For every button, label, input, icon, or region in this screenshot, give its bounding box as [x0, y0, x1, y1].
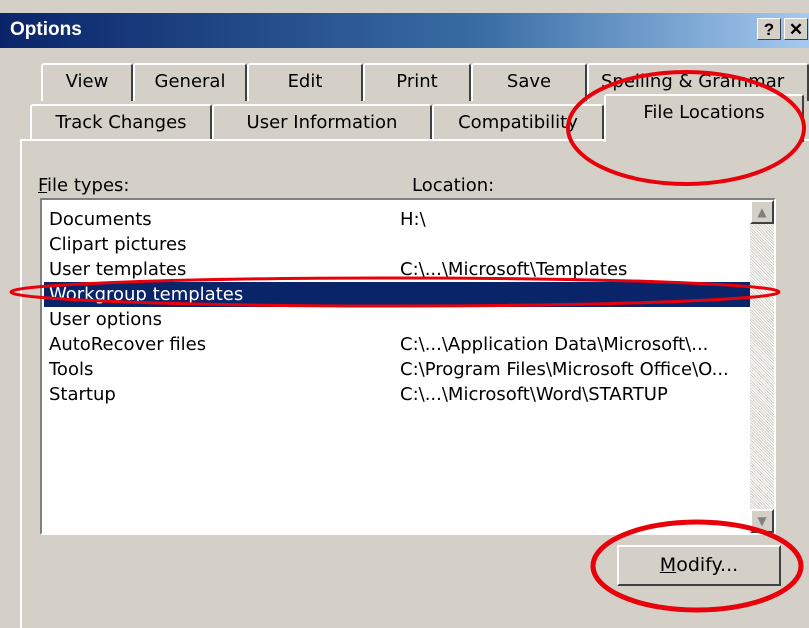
tab-user-information[interactable]: User Information	[212, 104, 432, 142]
file-types-list[interactable]: Documents H:\ Clipart pictures User temp…	[40, 198, 776, 535]
list-item-type: AutoRecover files	[49, 334, 207, 355]
list-item-selected[interactable]: Workgroup templates	[44, 282, 751, 307]
options-dialog: Options ? ✕ View General Edit Print Save…	[0, 0, 809, 628]
list-item-type: Tools	[49, 359, 94, 380]
list-item-location: C:\...\Microsoft\Templates	[400, 259, 628, 280]
tab-edit[interactable]: Edit	[247, 63, 363, 101]
tab-save[interactable]: Save	[471, 63, 587, 101]
title-bar[interactable]: Options ? ✕	[0, 13, 809, 48]
list-item-type: User templates	[49, 259, 187, 280]
list-item[interactable]: User options	[44, 307, 751, 332]
list-item-type: Clipart pictures	[49, 234, 187, 255]
list-item[interactable]: Documents H:\	[44, 207, 751, 232]
list-item-type: Startup	[49, 384, 116, 405]
list-item[interactable]: AutoRecover files C:\...\Application Dat…	[44, 332, 751, 357]
file-types-label-rest: ile types:	[47, 175, 130, 196]
scroll-down-arrow-icon[interactable]: ▼	[750, 509, 774, 533]
tab-file-locations[interactable]: File Locations	[604, 94, 804, 142]
modify-label-rest: odify...	[676, 554, 739, 576]
file-types-label: File types:	[38, 175, 130, 196]
window-title: Options	[10, 19, 82, 40]
vertical-scrollbar[interactable]: ▲ ▼	[750, 200, 774, 533]
help-button[interactable]: ?	[757, 18, 781, 40]
list-item-location: C:\...\Application Data\Microsoft\...	[400, 334, 709, 355]
tab-track-changes[interactable]: Track Changes	[30, 104, 212, 142]
modify-mnemonic: M	[659, 554, 677, 576]
tab-compatibility[interactable]: Compatibility	[432, 104, 604, 142]
modify-button[interactable]: Modify...	[617, 545, 781, 586]
list-item[interactable]: Startup C:\...\Microsoft\Word\STARTUP	[44, 382, 751, 407]
list-item-location: H:\	[400, 209, 426, 230]
scroll-up-arrow-icon[interactable]: ▲	[750, 200, 774, 224]
list-item-location: C:\Program Files\Microsoft Office\O...	[400, 359, 729, 380]
tab-view[interactable]: View	[41, 63, 133, 101]
list-item-location: C:\...\Microsoft\Word\STARTUP	[400, 384, 668, 405]
tab-print[interactable]: Print	[363, 63, 471, 101]
list-item-type: Documents	[49, 209, 152, 230]
list-item-type: User options	[49, 309, 163, 330]
tab-general[interactable]: General	[133, 63, 247, 101]
list-item[interactable]: User templates C:\...\Microsoft\Template…	[44, 257, 751, 282]
close-button[interactable]: ✕	[784, 18, 808, 40]
location-label: Location:	[412, 175, 495, 196]
list-item[interactable]: Clipart pictures	[44, 232, 751, 257]
list-item-type: Workgroup templates	[49, 284, 244, 305]
list-item[interactable]: Tools C:\Program Files\Microsoft Office\…	[44, 357, 751, 382]
